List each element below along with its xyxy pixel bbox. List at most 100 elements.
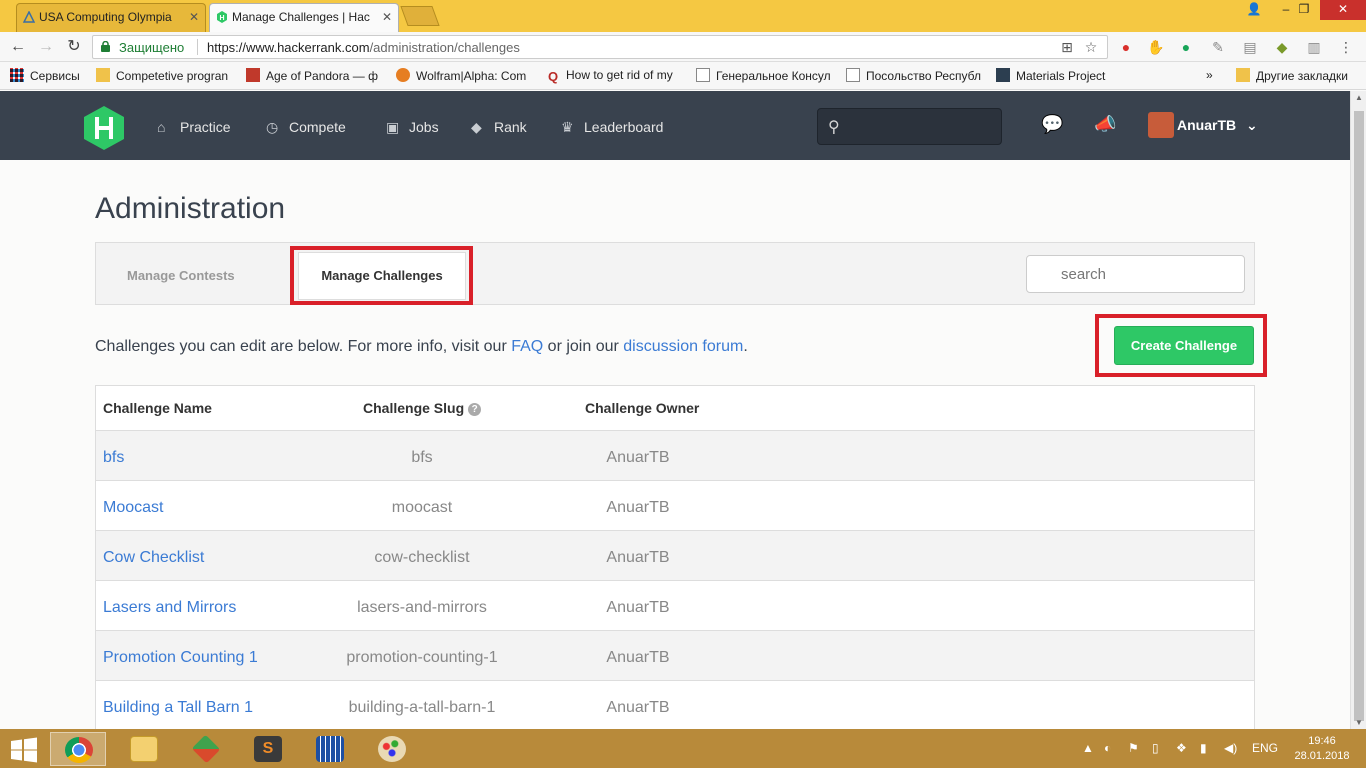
bookmark-competetive[interactable]: Competetive progran: [96, 68, 232, 83]
taskbar-sublime[interactable]: S: [240, 732, 296, 766]
bookmark-embassy[interactable]: Посольство Республ: [846, 68, 982, 83]
hr-search-box[interactable]: ⚲: [817, 108, 1002, 145]
bookmark-materials-project[interactable]: Materials Project: [996, 68, 1105, 83]
pdf-extension-icon[interactable]: ▤: [1240, 37, 1260, 57]
nav-compete[interactable]: ◷ Compete: [266, 119, 346, 136]
challenge-name-link[interactable]: Cow Checklist: [103, 549, 204, 567]
header-challenge-name[interactable]: Challenge Name: [103, 400, 212, 416]
table-row: bfs bfs AnuarTB: [96, 431, 1254, 481]
bookmarks-overflow-icon[interactable]: »: [1206, 68, 1213, 82]
battery-icon[interactable]: ▯: [1152, 741, 1159, 755]
svg-text:H: H: [219, 15, 224, 22]
challenge-owner: AnuarTB: [606, 699, 670, 716]
challenge-name-link[interactable]: Moocast: [103, 499, 163, 517]
taskbar-chrome[interactable]: [50, 732, 106, 766]
page-title: Administration: [95, 192, 286, 225]
close-window-button[interactable]: ✕: [1320, 0, 1366, 20]
nav-practice[interactable]: ⌂ Practice: [157, 119, 231, 135]
quora-icon: Q: [547, 69, 559, 84]
header-challenge-owner[interactable]: Challenge Owner: [585, 400, 699, 416]
browser-tab-usaco[interactable]: USA Computing Olympia ✕: [16, 3, 206, 32]
hand-extension-icon[interactable]: ✋: [1146, 37, 1166, 57]
challenge-name-link[interactable]: Lasers and Mirrors: [103, 599, 236, 617]
tab-close-icon[interactable]: ✕: [189, 4, 199, 30]
network-icon[interactable]: ▮: [1200, 741, 1207, 755]
apps-grid-icon: [10, 68, 24, 82]
bookmark-apps[interactable]: Сервисы: [10, 68, 80, 83]
profile-icon[interactable]: 👤: [1236, 0, 1272, 20]
opera-extension-icon[interactable]: ●: [1116, 37, 1136, 57]
chrome-icon: [65, 737, 93, 763]
scrollbar-thumb[interactable]: [1354, 111, 1364, 721]
nav-jobs[interactable]: ▣ Jobs: [386, 119, 439, 136]
taskbar-paint[interactable]: [364, 732, 420, 766]
taskbar-app-diamond[interactable]: [178, 732, 234, 766]
hackerrank-logo-icon[interactable]: [84, 106, 124, 150]
bookmark-other[interactable]: Другие закладки: [1236, 68, 1348, 83]
back-icon[interactable]: ←: [8, 37, 28, 57]
taskbar-file-explorer[interactable]: [116, 732, 172, 766]
pen-extension-icon[interactable]: ✎: [1208, 37, 1228, 57]
help-icon[interactable]: ?: [468, 403, 482, 416]
language-indicator[interactable]: ENG: [1252, 741, 1278, 755]
turtle-extension-icon[interactable]: ◆: [1272, 37, 1292, 57]
challenge-name-link[interactable]: Promotion Counting 1: [103, 649, 258, 667]
windows-start-icon[interactable]: [10, 737, 38, 763]
new-tab-button[interactable]: [400, 6, 440, 26]
discussion-forum-link[interactable]: discussion forum: [623, 338, 743, 355]
volume-icon[interactable]: ◀): [1224, 741, 1237, 755]
messages-icon[interactable]: 💬: [1041, 114, 1063, 136]
grammarly-icon[interactable]: ●: [1176, 37, 1196, 57]
table-row: Cow Checklist cow-checklist AnuarTB: [96, 531, 1254, 581]
bookmark-consulate[interactable]: Генеральное Консул: [696, 68, 832, 83]
user-menu[interactable]: AnuarTB ⌄: [1177, 117, 1258, 134]
page-icon: [696, 68, 710, 82]
challenge-owner: AnuarTB: [606, 599, 670, 616]
tab-manage-contests[interactable]: Manage Contests: [127, 268, 235, 283]
avatar[interactable]: [1148, 112, 1174, 138]
admin-tabs-panel: Manage Contests Manage Challenges: [95, 242, 1255, 305]
scroll-down-icon[interactable]: ▼: [1351, 718, 1366, 727]
bookmark-age-of-pandora[interactable]: Age of Pandora — ф: [246, 68, 382, 83]
challenges-table: Challenge Name Challenge Slug? Challenge…: [95, 385, 1255, 729]
challenge-name-link[interactable]: bfs: [103, 449, 124, 467]
tab-manage-challenges[interactable]: Manage Challenges: [298, 252, 466, 300]
challenge-name-link[interactable]: Building a Tall Barn 1: [103, 699, 253, 717]
show-hidden-icons-icon[interactable]: ▲: [1082, 741, 1094, 755]
page-scrollbar[interactable]: ▲ ▼: [1350, 91, 1366, 729]
search-icon: ⚲: [828, 119, 840, 136]
bookmark-quora[interactable]: Q How to get rid of my: [546, 68, 682, 84]
nav-leaderboard[interactable]: ♛ Leaderboard: [561, 119, 663, 136]
browser-toolbar: ← → ↻ Защищено https://www.hackerrank.co…: [0, 32, 1366, 62]
address-bar[interactable]: Защищено https://www.hackerrank.com/admi…: [92, 35, 1108, 59]
faq-link[interactable]: FAQ: [511, 338, 543, 355]
tab-close-icon[interactable]: ✕: [382, 4, 392, 30]
action-center-flag-icon[interactable]: ⚑: [1128, 741, 1139, 755]
header-challenge-slug: Challenge Slug?: [363, 400, 482, 416]
bookmark-star-icon[interactable]: ☆: [1083, 39, 1099, 55]
challenge-search-input[interactable]: [1026, 255, 1245, 293]
tab-label: USA Computing Olympia: [39, 10, 172, 24]
bookmark-wolfram[interactable]: Wolfram|Alpha: Com: [396, 68, 532, 83]
diamond-app-icon: [191, 734, 221, 764]
folder-icon: [96, 68, 110, 82]
reload-icon[interactable]: ↻: [64, 37, 84, 57]
maximize-button[interactable]: ❐: [1286, 0, 1322, 20]
notifications-icon[interactable]: 📣: [1094, 114, 1116, 136]
menu-icon[interactable]: ⋮: [1336, 37, 1356, 57]
taskbar-books-app[interactable]: [302, 732, 358, 766]
tray-app-icon[interactable]: ◐: [1104, 741, 1111, 755]
scroll-up-icon[interactable]: ▲: [1351, 93, 1366, 102]
nav-rank[interactable]: ◆ Rank: [471, 119, 527, 136]
taskbar: S ▲ ◐ ⚑ ▯ ❖ ▮ ◀) ENG 19:46 28.01.2018: [0, 729, 1366, 768]
forward-icon[interactable]: →: [36, 37, 56, 57]
browser-tab-hackerrank[interactable]: H Manage Challenges | Hac ✕: [209, 3, 399, 32]
stats-extension-icon[interactable]: ▥: [1304, 37, 1324, 57]
system-clock[interactable]: 19:46 28.01.2018: [1290, 734, 1354, 764]
dropbox-icon[interactable]: ❖: [1176, 741, 1187, 755]
url-text[interactable]: https://www.hackerrank.com/administratio…: [207, 40, 520, 55]
create-challenge-button[interactable]: Create Challenge: [1114, 326, 1254, 365]
table-header: Challenge Name Challenge Slug? Challenge…: [96, 386, 1254, 431]
hackerrank-favicon-icon: H: [217, 11, 227, 23]
translate-icon[interactable]: ⊞: [1059, 39, 1075, 55]
